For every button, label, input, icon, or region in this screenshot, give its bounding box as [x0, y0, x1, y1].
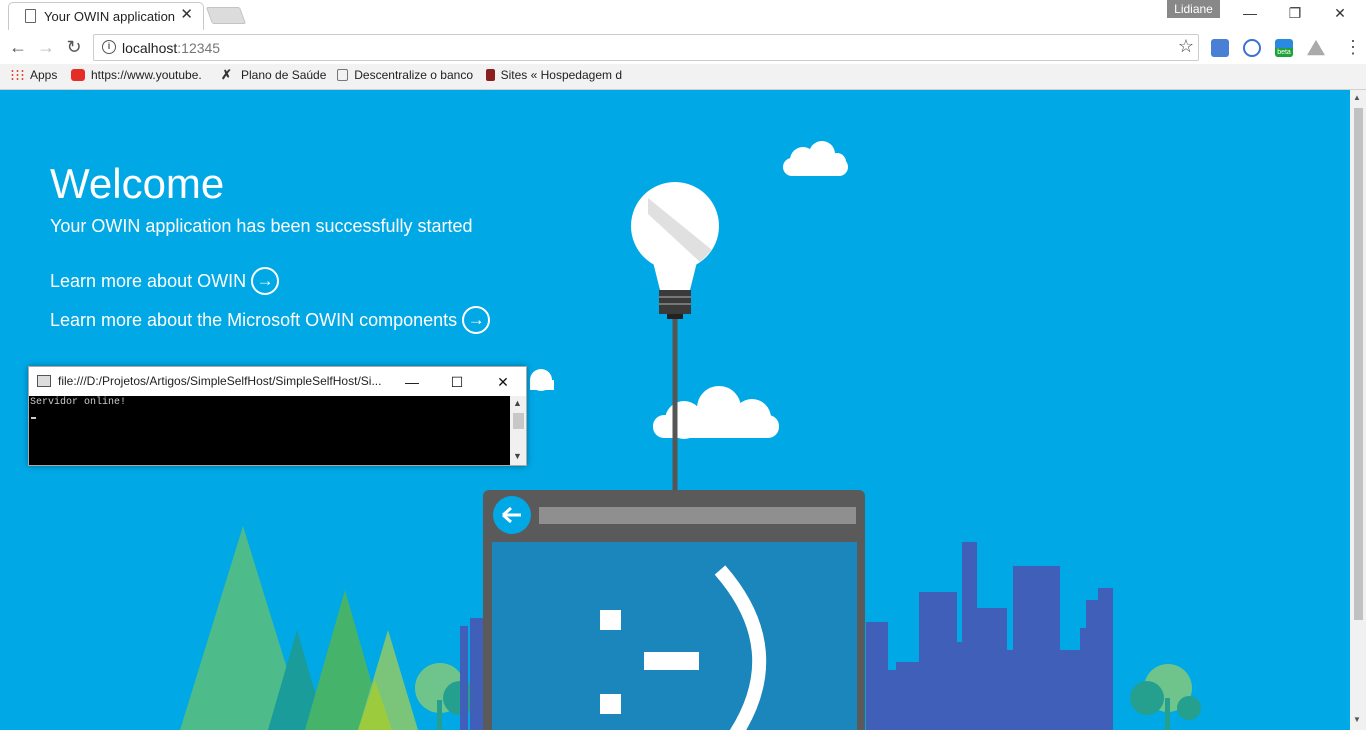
page-icon: [25, 9, 36, 23]
scroll-up-icon[interactable]: ▲: [1353, 93, 1361, 102]
url-text: localhost:12345: [122, 40, 220, 56]
translate-icon[interactable]: [1211, 39, 1229, 57]
bookmark-apps[interactable]: Apps: [10, 68, 57, 82]
console-close-button[interactable]: ✕: [488, 371, 518, 393]
apps-grid-icon: [10, 69, 24, 81]
link-label: Learn more about OWIN: [50, 270, 247, 291]
bookmark-youtube[interactable]: https://www.youtube.: [71, 68, 206, 82]
console-maximize-button[interactable]: ☐: [442, 371, 472, 393]
arrow-right-icon: →: [462, 306, 491, 334]
bookmark-label: https://www.youtube.: [91, 68, 202, 82]
forward-button[interactable]: →: [35, 36, 57, 58]
bookmark-label: Plano de Saúde: [241, 68, 327, 82]
console-titlebar[interactable]: file:///D:/Projetos/Artigos/SimpleSelfHo…: [29, 367, 526, 396]
youtube-icon: [71, 69, 85, 81]
bookmark-label: Apps: [30, 68, 58, 82]
console-icon: [37, 375, 51, 387]
address-bar[interactable]: i localhost:12345 ☆: [93, 34, 1199, 61]
tab-title: Your OWIN application h: [44, 9, 179, 24]
monitor: [483, 490, 865, 730]
bookmark-descentralize[interactable]: Descentralize o banco: [337, 68, 473, 82]
scroll-down-icon[interactable]: ▼: [1353, 715, 1361, 724]
url-host: localhost: [122, 40, 178, 56]
bookmark-label: Sites « Hospedagem d: [500, 68, 622, 82]
building: [460, 626, 468, 730]
page-title: Welcome: [50, 160, 225, 207]
cloud: [530, 369, 554, 391]
reload-button[interactable]: ↻: [63, 36, 85, 58]
console-title: file:///D:/Projetos/Artigos/SimpleSelfHo…: [58, 374, 382, 388]
lightbulb: [631, 182, 719, 492]
url-port: :12345: [177, 40, 221, 56]
scroll-thumb[interactable]: [513, 413, 524, 429]
link-icon: [337, 69, 349, 81]
console-minimize-button[interactable]: —: [397, 371, 427, 393]
beta-extension-icon[interactable]: beta: [1275, 39, 1293, 57]
page-scrollbar[interactable]: ▲ ▼: [1350, 90, 1366, 730]
beta-badge: beta: [1275, 48, 1293, 57]
scroll-thumb[interactable]: [1354, 108, 1363, 620]
cloud: [783, 141, 848, 176]
arrow-right-icon: →: [251, 267, 280, 295]
city-skyline: [866, 542, 1113, 730]
console-window[interactable]: file:///D:/Projetos/Artigos/SimpleSelfHo…: [28, 366, 527, 466]
cross-icon: ✗: [221, 68, 232, 82]
round-tree: [1130, 664, 1201, 730]
console-output: Servidor online!: [30, 397, 127, 408]
console-output-area[interactable]: Servidor online!: [29, 396, 510, 465]
sync-icon[interactable]: [1243, 39, 1261, 57]
bookmark-star-icon[interactable]: ☆: [1178, 36, 1194, 57]
console-scrollbar[interactable]: ▲ ▼: [510, 396, 526, 465]
scroll-down-icon[interactable]: ▼: [513, 451, 522, 461]
bookmark-plano-saude[interactable]: ✗ Plano de Saúde: [221, 68, 326, 82]
cloud: [653, 386, 779, 439]
menu-icon[interactable]: ⋮: [1344, 36, 1362, 58]
new-tab-button[interactable]: [205, 7, 247, 24]
profile-button[interactable]: Lidiane: [1167, 0, 1220, 18]
scroll-up-icon[interactable]: ▲: [513, 398, 522, 408]
link-label: Learn more about the Microsoft OWIN comp…: [50, 309, 458, 330]
console-cursor: [31, 417, 36, 419]
browser-tab[interactable]: Your OWIN application h ✕: [8, 2, 204, 30]
tab-close-icon[interactable]: ✕: [180, 7, 193, 23]
info-icon[interactable]: i: [102, 40, 116, 54]
bookmark-label: Descentralize o banco: [354, 68, 473, 82]
minimize-button[interactable]: —: [1235, 3, 1265, 23]
bookmark-sites[interactable]: Sites « Hospedagem d: [486, 68, 622, 82]
uol-icon: [486, 69, 495, 81]
learn-owin-link[interactable]: Learn more about OWIN →: [50, 267, 280, 295]
browser-titlebar: Your OWIN application h ✕ Lidiane — ❐ ✕: [0, 0, 1366, 30]
close-window-button[interactable]: ✕: [1325, 3, 1355, 23]
building: [470, 618, 484, 730]
back-button[interactable]: ←: [7, 36, 29, 58]
learn-ms-owin-link[interactable]: Learn more about the Microsoft OWIN comp…: [50, 306, 491, 334]
page-subtitle: Your OWIN application has been successfu…: [50, 216, 473, 236]
restore-button[interactable]: ❐: [1280, 3, 1310, 23]
bookmarks-bar: Apps https://www.youtube. ✗ Plano de Saú…: [0, 64, 1366, 90]
